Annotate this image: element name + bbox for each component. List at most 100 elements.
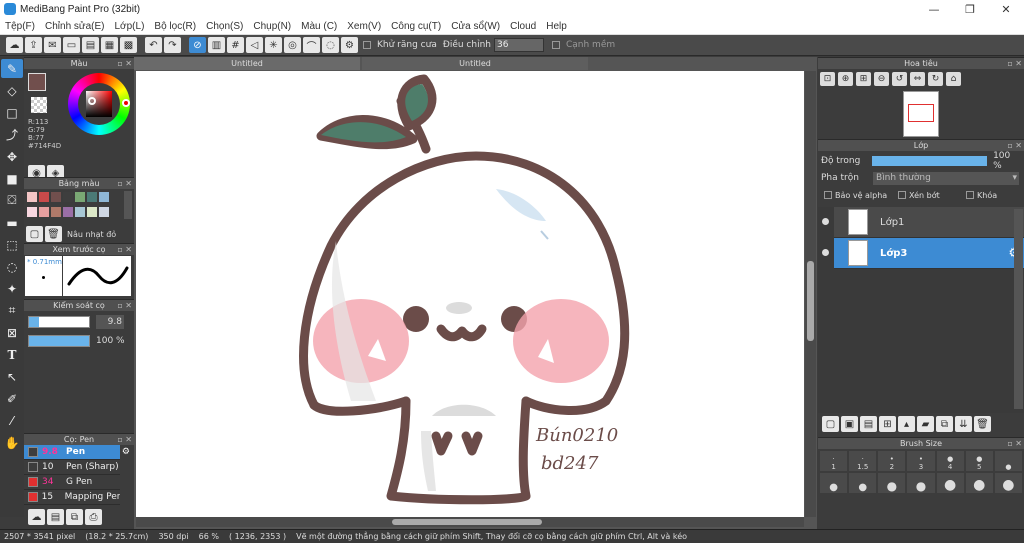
new-layer-icon[interactable]: ▢ xyxy=(822,416,839,432)
brush-export-icon[interactable]: ⎙ xyxy=(85,509,102,525)
palette-delete-icon[interactable]: 🗑 xyxy=(45,226,62,242)
flip-icon[interactable]: ⇔ xyxy=(910,72,925,86)
adjust-input[interactable]: 36 xyxy=(493,38,544,52)
rotate-right-icon[interactable]: ↻ xyxy=(928,72,943,86)
grid-icon[interactable]: ▩ xyxy=(120,37,137,53)
antialias-checkbox[interactable] xyxy=(363,41,371,49)
brush-size-cell[interactable]: · 1 xyxy=(820,451,848,471)
brush-size-cell[interactable]: • 3 xyxy=(907,451,935,471)
snap-shape-icon[interactable]: ◌ xyxy=(322,37,339,53)
close-button[interactable]: ✕ xyxy=(988,0,1024,18)
message-icon[interactable]: ▭ xyxy=(63,37,80,53)
brush-item-g-pen[interactable]: 34 G Pen xyxy=(24,475,120,490)
menu-window[interactable]: Cửa sổ(W) xyxy=(446,21,505,32)
drawing-canvas[interactable]: Bún0210 bd247 xyxy=(136,71,804,517)
menu-file[interactable]: Tệp(F) xyxy=(0,21,40,32)
menu-view[interactable]: Xem(V) xyxy=(342,21,386,32)
brush-size-cell[interactable]: ● xyxy=(878,473,906,493)
gradient-tool-icon[interactable]: ▬ xyxy=(1,213,23,232)
layer-opacity-slider[interactable] xyxy=(871,156,988,166)
rotate-left-icon[interactable]: ↺ xyxy=(892,72,907,86)
move-tool-icon[interactable]: ✥ xyxy=(1,147,23,166)
layer-scrollbar[interactable] xyxy=(1014,209,1023,409)
zoom-actual-icon[interactable]: ⊞ xyxy=(856,72,871,86)
brush-item-mapping-pen[interactable]: 15 Mapping Pen xyxy=(24,490,120,505)
panel-close-icon[interactable]: ▫ ✕ xyxy=(1007,58,1022,70)
brush-size-cell[interactable]: ● xyxy=(994,451,1022,471)
menu-color[interactable]: Màu (C) xyxy=(296,21,342,32)
snap-grid-icon[interactable]: # xyxy=(227,37,244,53)
palette-swatches[interactable] xyxy=(26,191,120,221)
snap-radial-icon[interactable]: ✳ xyxy=(265,37,282,53)
new-halftone-layer-icon[interactable]: ▣ xyxy=(841,416,858,432)
main-color-swatch[interactable] xyxy=(28,73,46,91)
brush-size-slider[interactable] xyxy=(28,316,90,328)
brush-size-cell[interactable]: · 1.5 xyxy=(849,451,877,471)
reset-view-icon[interactable]: ⌂ xyxy=(946,72,961,86)
brush-settings-gear-icon[interactable]: ⚙ xyxy=(122,447,130,457)
select-rect-tool-icon[interactable]: ⬚ xyxy=(1,235,23,254)
text-tool-icon[interactable]: T xyxy=(1,345,23,364)
visibility-eye-icon[interactable] xyxy=(822,249,829,256)
menu-filter[interactable]: Bộ lọc(R) xyxy=(149,21,201,32)
rectangle-tool-icon[interactable]: □ xyxy=(1,103,23,122)
menu-help[interactable]: Help xyxy=(541,21,572,32)
brush-size-cell[interactable]: ● 5 xyxy=(965,451,993,471)
redo-icon[interactable]: ↷ xyxy=(164,37,181,53)
document-icon[interactable]: ▦ xyxy=(101,37,118,53)
folder-icon[interactable]: ▰ xyxy=(917,416,934,432)
palette-scrollbar[interactable] xyxy=(124,191,132,219)
restore-button[interactable]: ❐ xyxy=(952,0,988,18)
brush-copy-icon[interactable]: ⧉ xyxy=(66,509,83,525)
blend-mode-select[interactable]: Bình thường ▾ xyxy=(873,171,1019,185)
add-layer-menu-icon[interactable]: ⊞ xyxy=(879,416,896,432)
menu-layer[interactable]: Lớp(L) xyxy=(110,21,150,32)
brush-add-cloud-icon[interactable]: ☁ xyxy=(28,509,45,525)
panel-close-icon[interactable]: ▫ ✕ xyxy=(1007,140,1022,152)
panel-close-icon[interactable]: ▫ ✕ xyxy=(1007,438,1022,450)
eyedropper-tool-icon[interactable]: ⁄ xyxy=(1,411,23,430)
zoom-out-icon[interactable]: ⊖ xyxy=(874,72,889,86)
brush-size-cell[interactable]: ● xyxy=(820,473,848,493)
canvas-horizontal-scrollbar[interactable] xyxy=(136,517,804,527)
canvas-vertical-scrollbar[interactable] xyxy=(805,71,816,517)
select-pen-tool-icon[interactable]: ⌗ xyxy=(1,301,23,320)
brush-size-cell[interactable]: ● xyxy=(936,473,964,493)
select-eraser-tool-icon[interactable]: ⊠ xyxy=(1,323,23,342)
hand-tool-icon[interactable]: ✋ xyxy=(1,433,23,452)
share-icon[interactable]: ⇪ xyxy=(25,37,42,53)
new-8bit-layer-icon[interactable]: ▤ xyxy=(860,416,877,432)
menu-snap[interactable]: Chụp(N) xyxy=(248,21,296,32)
comment-icon[interactable]: ✉ xyxy=(44,37,61,53)
smooth-checkbox[interactable] xyxy=(551,41,560,49)
palette-new-icon[interactable]: ▢ xyxy=(26,226,43,242)
snap-circle-icon[interactable]: ◎ xyxy=(284,37,301,53)
clipping-checkbox[interactable] xyxy=(898,191,906,199)
color-wheel[interactable] xyxy=(68,73,130,135)
page-icon[interactable]: ▤ xyxy=(82,37,99,53)
panel-close-icon[interactable]: ▫ ✕ xyxy=(117,300,132,312)
magic-wand-tool-icon[interactable]: ✦ xyxy=(1,279,23,298)
delete-layer-icon[interactable]: 🗑 xyxy=(974,416,991,432)
lock-checkbox[interactable] xyxy=(966,191,974,199)
zoom-fit-icon[interactable]: ⊡ xyxy=(820,72,835,86)
brush-add-icon[interactable]: ▤ xyxy=(47,509,64,525)
menu-cloud[interactable]: Cloud xyxy=(505,21,541,32)
brush-tool-icon[interactable]: ✎ xyxy=(1,59,23,78)
move-up-icon[interactable]: ▴ xyxy=(898,416,915,432)
panel-close-icon[interactable]: ▫ ✕ xyxy=(117,244,132,256)
brush-size-value[interactable]: 9.8 xyxy=(96,315,124,329)
brush-size-cell[interactable]: • 2 xyxy=(878,451,906,471)
menu-tools[interactable]: Công cụ(T) xyxy=(386,21,446,32)
brush-opacity-slider[interactable] xyxy=(28,335,90,347)
snap-curve-icon[interactable]: ⌒ xyxy=(303,37,320,53)
vertical-scroll-thumb[interactable] xyxy=(807,261,814,341)
minimize-button[interactable]: — xyxy=(916,0,952,18)
layer-row-lop3[interactable]: Lớp3 ⚙ xyxy=(822,238,1024,269)
panel-close-icon[interactable]: ▫ ✕ xyxy=(117,434,132,446)
cloud-icon[interactable]: ☁ xyxy=(6,37,23,53)
brush-size-cell[interactable]: ● xyxy=(907,473,935,493)
snap-parallel-icon[interactable]: ▥ xyxy=(208,37,225,53)
merge-layer-icon[interactable]: ⇊ xyxy=(955,416,972,432)
undo-icon[interactable]: ↶ xyxy=(145,37,162,53)
